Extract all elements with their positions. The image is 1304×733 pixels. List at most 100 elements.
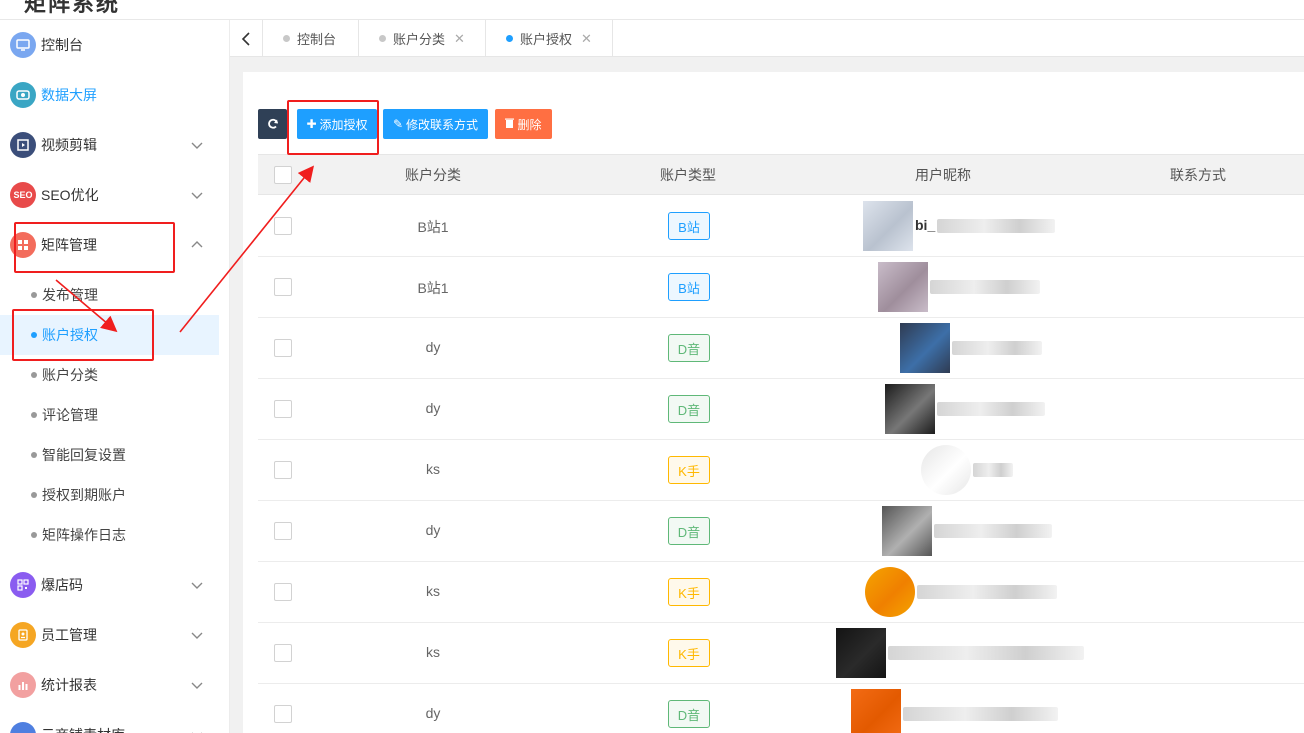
avatar [885, 384, 935, 434]
trash-icon [505, 117, 515, 131]
tab-account-auth[interactable]: 账户授权 ✕ [486, 20, 613, 57]
chart-icon [10, 672, 36, 698]
blurred-nickname [917, 585, 1057, 599]
monitor-icon [10, 32, 36, 58]
sidebar: 控制台 数据大屏 视频剪辑 SEO SEO优化 矩阵管理 发布管理 账户授权 账… [0, 20, 230, 733]
tab-account-category[interactable]: 账户分类 ✕ [359, 20, 486, 57]
sidebar-subitem-account-auth[interactable]: 账户授权 [0, 315, 219, 355]
row-checkbox[interactable] [274, 461, 292, 479]
blurred-nickname [930, 280, 1040, 294]
screen-icon [10, 82, 36, 108]
sidebar-subitem-label: 发布管理 [42, 287, 98, 303]
close-icon[interactable]: ✕ [454, 31, 465, 47]
table-row[interactable]: dy D音 [258, 318, 1304, 379]
row-checkbox[interactable] [274, 705, 292, 723]
chevron-down-icon [191, 192, 203, 199]
cell-category: dy [425, 400, 441, 416]
bullet-icon [31, 332, 37, 338]
cell-category: ks [426, 461, 440, 477]
chevron-down-icon [191, 682, 203, 689]
close-icon[interactable]: ✕ [581, 31, 592, 47]
sidebar-subitem-account-category[interactable]: 账户分类 [0, 355, 219, 395]
column-header-nickname: 用户昵称 [915, 167, 971, 183]
account-type-badge: K手 [668, 578, 710, 606]
tab-scroll-left-button[interactable] [230, 20, 263, 57]
sidebar-item-staff[interactable]: 员工管理 [0, 610, 229, 660]
cell-category: dy [425, 339, 441, 355]
grid-icon [10, 232, 36, 258]
avatar [900, 323, 950, 373]
add-auth-button[interactable]: ✚ 添加授权 [297, 109, 377, 139]
avatar [878, 262, 928, 312]
chevron-down-icon [191, 582, 203, 589]
sidebar-item-video-edit[interactable]: 视频剪辑 [0, 120, 229, 170]
sidebar-subitem-publish[interactable]: 发布管理 [0, 275, 219, 315]
sidebar-subitem-label: 账户授权 [42, 327, 98, 343]
row-checkbox[interactable] [274, 217, 292, 235]
cell-category: ks [426, 583, 440, 599]
sidebar-item-label: 矩阵管理 [41, 237, 97, 253]
account-type-badge: D音 [668, 700, 710, 728]
bullet-icon [31, 292, 37, 298]
row-checkbox[interactable] [274, 339, 292, 357]
avatar [865, 567, 915, 617]
table-row[interactable]: ks K手 [258, 562, 1304, 623]
table-row[interactable]: B站1 B站 bi_ [258, 196, 1304, 257]
account-type-badge: D音 [668, 395, 710, 423]
cell-category: dy [425, 705, 441, 721]
cell-category: B站1 [417, 280, 449, 296]
edit-contact-button[interactable]: ✎ 修改联系方式 [383, 109, 488, 139]
refresh-icon [267, 118, 278, 129]
row-checkbox[interactable] [274, 522, 292, 540]
delete-button[interactable]: 删除 [495, 109, 552, 139]
sidebar-item-reports[interactable]: 统计报表 [0, 660, 229, 710]
edit-contact-label: 修改联系方式 [406, 117, 479, 132]
avatar [836, 628, 886, 678]
account-type-badge: B站 [668, 273, 710, 301]
blurred-nickname [903, 707, 1058, 721]
bullet-icon [31, 492, 37, 498]
table-row[interactable]: B站1 B站 [258, 257, 1304, 318]
table-row[interactable]: ks K手 [258, 623, 1304, 684]
select-all-checkbox[interactable] [274, 166, 292, 184]
table-row[interactable]: dy D音 [258, 684, 1304, 733]
video-icon [10, 132, 36, 158]
sidebar-subitem-label: 账户分类 [42, 367, 98, 383]
row-checkbox[interactable] [274, 644, 292, 662]
sidebar-subitem-logs[interactable]: 矩阵操作日志 [0, 515, 219, 555]
chevron-down-icon [191, 142, 203, 149]
row-checkbox[interactable] [274, 400, 292, 418]
table-header: 账户分类 账户类型 用户昵称 联系方式 [258, 155, 1304, 195]
tab-bar: 控制台 账户分类 ✕ 账户授权 ✕ [230, 20, 1304, 57]
sidebar-item-dashboard[interactable]: 控制台 [0, 20, 229, 70]
store-icon [10, 722, 36, 733]
account-type-badge: D音 [668, 517, 710, 545]
sidebar-item-label: 爆店码 [41, 577, 83, 593]
sidebar-subitem-label: 智能回复设置 [42, 447, 126, 463]
blurred-nickname [952, 341, 1042, 355]
top-header: 矩阵系统 [0, 0, 1304, 20]
bullet-icon [31, 452, 37, 458]
column-header-type: 账户类型 [660, 167, 716, 183]
cell-category: ks [426, 644, 440, 660]
table-row[interactable]: dy D音 [258, 501, 1304, 562]
sidebar-item-cloud-store[interactable]: 云商铺素材库 [0, 710, 229, 733]
sidebar-item-label: 云商铺素材库 [41, 725, 125, 733]
row-checkbox[interactable] [274, 278, 292, 296]
table-row[interactable]: dy D音 [258, 379, 1304, 440]
chevron-up-icon [191, 241, 203, 248]
sidebar-item-seo[interactable]: SEO SEO优化 [0, 170, 229, 220]
sidebar-item-data-screen[interactable]: 数据大屏 [0, 70, 229, 120]
refresh-button[interactable] [258, 109, 287, 139]
row-checkbox[interactable] [274, 583, 292, 601]
tab-dashboard[interactable]: 控制台 [263, 20, 359, 57]
sidebar-subitem-comments[interactable]: 评论管理 [0, 395, 219, 435]
brand-title: 矩阵系统 [24, 0, 121, 16]
sidebar-subitem-expired[interactable]: 授权到期账户 [0, 475, 219, 515]
blurred-nickname [973, 463, 1013, 477]
table-row[interactable]: ks K手 [258, 440, 1304, 501]
sidebar-item-matrix[interactable]: 矩阵管理 [0, 220, 229, 270]
cell-category: dy [425, 522, 441, 538]
sidebar-subitem-smart-reply[interactable]: 智能回复设置 [0, 435, 219, 475]
sidebar-item-store-code[interactable]: 爆店码 [0, 560, 229, 610]
